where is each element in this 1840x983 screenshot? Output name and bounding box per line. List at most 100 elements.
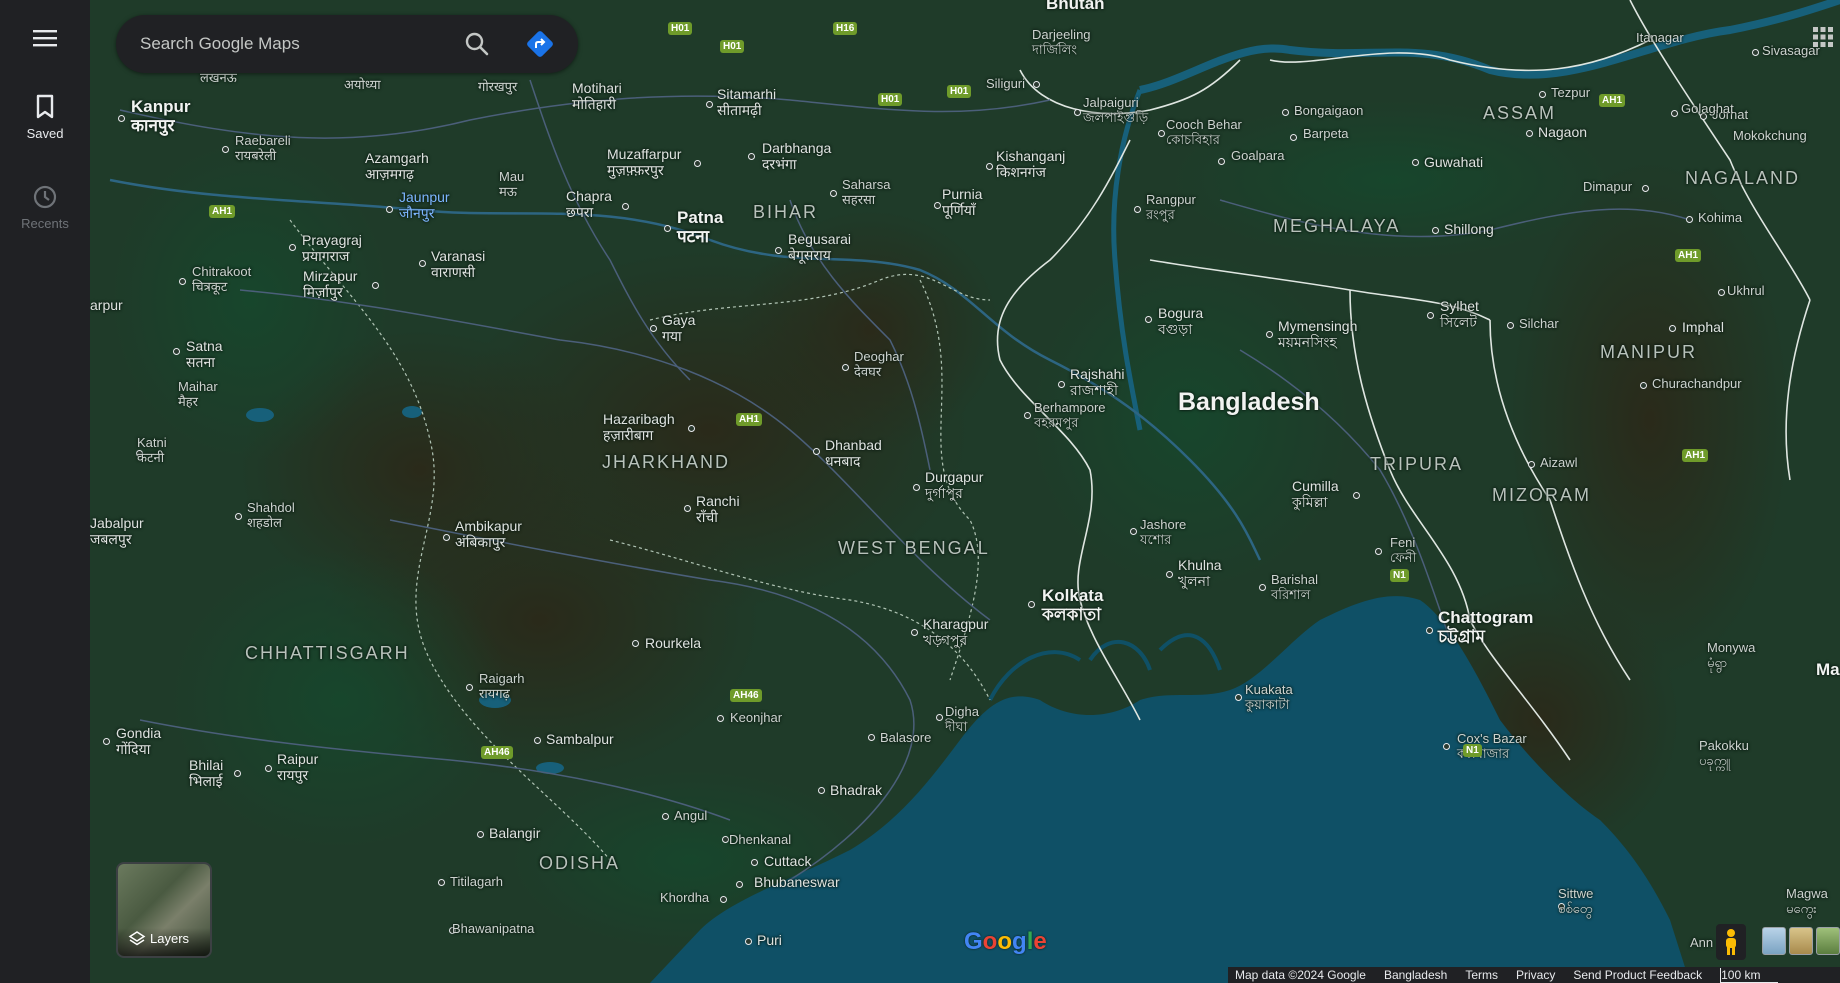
- place-feni[interactable]: Feni ফেনী: [1390, 535, 1416, 565]
- place-raipur[interactable]: Raipur रायपुर: [277, 751, 318, 783]
- scale-bar[interactable]: 100 km: [1720, 967, 1779, 983]
- place-deoghar[interactable]: Deoghar देवघर: [854, 349, 904, 379]
- place-cuttack[interactable]: Cuttack: [764, 853, 811, 869]
- place-jaunpur[interactable]: Jaunpur जौनपुर: [399, 189, 450, 221]
- place-balangir[interactable]: Balangir: [489, 825, 540, 841]
- place-dot[interactable]: [443, 534, 450, 541]
- place-churachandpur[interactable]: Churachandpur: [1652, 376, 1742, 391]
- place-tezpur[interactable]: Tezpur: [1551, 85, 1590, 100]
- place-gorakhpur[interactable]: गोरखपुर: [478, 79, 517, 94]
- place-jabalpur[interactable]: Jabalpur जबलपुर: [90, 515, 144, 547]
- place-dot[interactable]: [1074, 109, 1081, 116]
- place-sittwe[interactable]: Sittwe စစ်တွေ: [1558, 886, 1593, 916]
- place-dot[interactable]: [1158, 130, 1165, 137]
- saved-button[interactable]: Saved: [0, 94, 90, 141]
- place-dot[interactable]: [842, 364, 849, 371]
- place-dot[interactable]: [1166, 571, 1173, 578]
- place-azamgarh[interactable]: Azamgarh आज़मगढ़: [365, 150, 429, 182]
- place-shillong[interactable]: Shillong: [1444, 221, 1494, 237]
- place-imphal[interactable]: Imphal: [1682, 319, 1724, 335]
- place-dot[interactable]: [235, 513, 242, 520]
- place-siliguri[interactable]: Siliguri: [986, 76, 1025, 91]
- place-dot[interactable]: [813, 448, 820, 455]
- place-dot[interactable]: [1686, 216, 1693, 223]
- imagery-thumbnail-3[interactable]: [1816, 927, 1840, 955]
- place-dot[interactable]: [118, 115, 125, 122]
- place-dot[interactable]: [830, 190, 837, 197]
- place-titilagarh[interactable]: Titilagarh: [450, 874, 503, 889]
- place-coochbehar[interactable]: Cooch Behar কোচবিহার: [1166, 117, 1242, 147]
- place-dot[interactable]: [662, 813, 669, 820]
- place-dot[interactable]: [386, 206, 393, 213]
- country-label-bangladesh[interactable]: Bangladesh: [1178, 388, 1320, 416]
- imagery-thumbnail-2[interactable]: [1789, 927, 1813, 955]
- place-raigarh[interactable]: Raigarh रायगढ़: [479, 671, 525, 701]
- place-sitamarhi[interactable]: Sitamarhi सीतामढ़ी: [717, 86, 776, 118]
- place-dot[interactable]: [1033, 81, 1040, 88]
- place-kharagpur[interactable]: Kharagpur খড়্গপুর: [923, 616, 988, 648]
- place-bhadrak[interactable]: Bhadrak: [830, 782, 882, 798]
- place-bogura[interactable]: Bogura বগুড়া: [1158, 305, 1203, 337]
- place-kishanganj[interactable]: Kishanganj किशनगंज: [996, 148, 1065, 180]
- street-view-pegman[interactable]: [1716, 924, 1746, 960]
- place-dot[interactable]: [1426, 627, 1433, 634]
- place-ayodhya[interactable]: अयोध्या: [344, 77, 381, 92]
- place-keonjhar[interactable]: Keonjhar: [730, 710, 782, 725]
- place-dot[interactable]: [1145, 316, 1152, 323]
- place-khulna[interactable]: Khulna খুলনা: [1178, 557, 1222, 589]
- place-dhanbad[interactable]: Dhanbad धनबाद: [825, 437, 882, 469]
- place-motihari[interactable]: Motihari मोतिहारी: [572, 80, 622, 112]
- place-dot[interactable]: [736, 881, 743, 888]
- place-chitrakoot[interactable]: Chitrakoot चित्रकूट: [192, 264, 251, 294]
- place-dot[interactable]: [1235, 694, 1242, 701]
- place-itanagar[interactable]: Itanagar: [1636, 30, 1684, 45]
- place-dot[interactable]: [1266, 331, 1273, 338]
- place-dot[interactable]: [1526, 130, 1533, 137]
- directions-icon[interactable]: [525, 29, 555, 59]
- place-dot[interactable]: [1290, 134, 1297, 141]
- place-rourkela[interactable]: Rourkela: [645, 635, 701, 651]
- place-darjeeling[interactable]: Darjeeling দার্জিলিং: [1032, 27, 1091, 57]
- place-sambalpur[interactable]: Sambalpur: [546, 731, 614, 747]
- search-input[interactable]: [140, 15, 460, 73]
- place-aizawl[interactable]: Aizawl: [1540, 455, 1578, 470]
- place-dot[interactable]: [632, 640, 639, 647]
- imagery-thumbnail-1[interactable]: [1762, 927, 1786, 955]
- place-ma[interactable]: Ma: [1816, 660, 1840, 679]
- place-goalpara[interactable]: Goalpara: [1231, 148, 1284, 163]
- place-dot[interactable]: [1058, 381, 1065, 388]
- place-dot[interactable]: [745, 938, 752, 945]
- place-prayagraj[interactable]: Prayagraj प्रयागराज: [302, 232, 362, 264]
- place-dot[interactable]: [1024, 412, 1031, 419]
- place-darbhanga[interactable]: Darbhanga दरभंगा: [762, 140, 831, 172]
- layers-button[interactable]: Layers: [116, 862, 212, 958]
- place-dot[interactable]: [1642, 185, 1649, 192]
- place-dot[interactable]: [179, 278, 186, 285]
- place-dot[interactable]: [1640, 382, 1647, 389]
- place-dot[interactable]: [477, 831, 484, 838]
- place-dot[interactable]: [1752, 49, 1759, 56]
- place-dot[interactable]: [1412, 159, 1419, 166]
- place-dhenkanal[interactable]: Dhenkanal: [729, 832, 791, 847]
- place-katni[interactable]: Katni कटनी: [137, 435, 167, 465]
- place-hazaribagh[interactable]: Hazaribagh हज़ारीबाग: [603, 411, 675, 443]
- place-dimapur[interactable]: Dimapur: [1583, 179, 1632, 194]
- place-digha[interactable]: Digha দীঘা: [945, 704, 979, 734]
- place-durgapur[interactable]: Durgapur দুর্গাপুর: [925, 469, 983, 501]
- footer-terms-link[interactable]: Terms: [1465, 968, 1498, 982]
- place-dot[interactable]: [1375, 548, 1382, 555]
- place-dot[interactable]: [818, 787, 825, 794]
- place-dot[interactable]: [1259, 584, 1266, 591]
- place-dot[interactable]: [234, 770, 241, 777]
- place-angul[interactable]: Angul: [674, 808, 707, 823]
- place-sylhet[interactable]: Sylhet সিলেট: [1440, 298, 1479, 330]
- place-pakokku[interactable]: Pakokku ပခုက္ကူ: [1699, 738, 1749, 768]
- place-dot[interactable]: [622, 203, 629, 210]
- place-dot[interactable]: [1528, 461, 1535, 468]
- place-dot[interactable]: [1539, 91, 1546, 98]
- place-raebareli[interactable]: Raebareli रायबरेली: [235, 133, 291, 163]
- place-dot[interactable]: [1432, 227, 1439, 234]
- place-mokokchung[interactable]: Mokokchung: [1733, 128, 1807, 143]
- place-dot[interactable]: [664, 225, 671, 232]
- place-dot[interactable]: [222, 146, 229, 153]
